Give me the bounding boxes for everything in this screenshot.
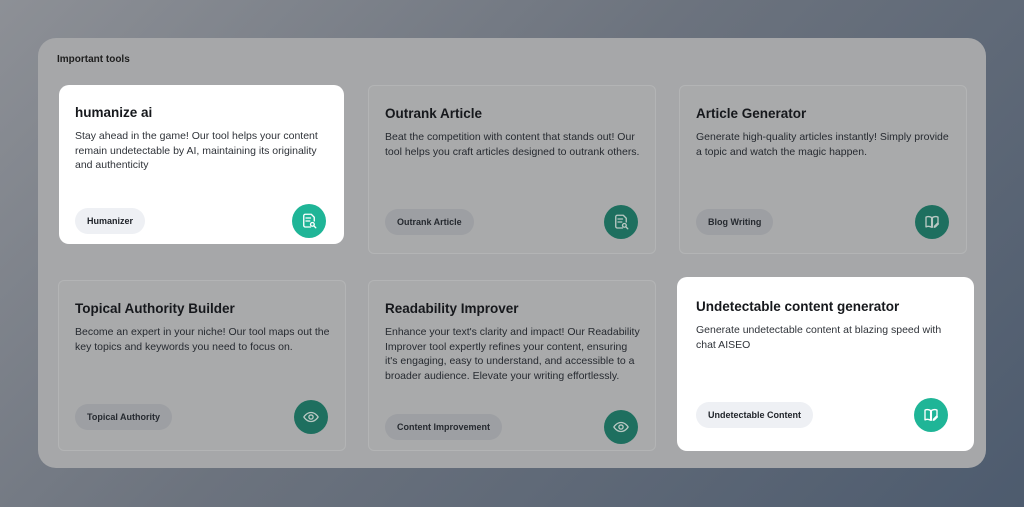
- document-search-icon[interactable]: [292, 204, 326, 238]
- book-pen-icon[interactable]: [915, 205, 949, 239]
- card-description: Generate undetectable content at blazing…: [696, 324, 942, 351]
- tool-card-undetectable-content-generator[interactable]: Undetectable content generator Generate …: [677, 277, 974, 451]
- tag-outrank-article[interactable]: Outrank Article: [385, 209, 474, 235]
- document-search-icon[interactable]: [604, 205, 638, 239]
- card-title: Readability Improver: [385, 301, 519, 316]
- tool-card-humanize-ai[interactable]: humanize ai Stay ahead in the game! Our …: [59, 85, 344, 244]
- tool-card-readability-improver[interactable]: Readability Improver Enhance your text's…: [368, 280, 656, 451]
- tag-topical-authority[interactable]: Topical Authority: [75, 404, 172, 430]
- card-title: Topical Authority Builder: [75, 301, 235, 316]
- card-title: humanize ai: [75, 105, 153, 120]
- tool-card-article-generator[interactable]: Article Generator Generate high-quality …: [679, 85, 967, 254]
- tag-blog-writing[interactable]: Blog Writing: [696, 209, 774, 235]
- card-description: Beat the competition with content that s…: [385, 131, 640, 158]
- card-title: Outrank Article: [385, 106, 483, 121]
- card-description: Become an expert in your niche! Our tool…: [75, 326, 330, 353]
- card-description: Enhance your text's clarity and impact! …: [385, 326, 640, 382]
- eye-icon[interactable]: [294, 400, 328, 434]
- card-description: Generate high-quality articles instantly…: [696, 131, 949, 158]
- tag-content-improvement[interactable]: Content Improvement: [385, 414, 503, 440]
- eye-icon[interactable]: [604, 410, 638, 444]
- important-tools-panel: Important tools humanize ai Stay ahead i…: [38, 38, 986, 468]
- card-title: Article Generator: [696, 106, 807, 121]
- panel-title: Important tools: [57, 54, 130, 65]
- tool-card-outrank-article[interactable]: Outrank Article Beat the competition wit…: [368, 85, 656, 254]
- tool-card-topical-authority-builder[interactable]: Topical Authority Builder Become an expe…: [58, 280, 346, 451]
- tag-undetectable-content[interactable]: Undetectable Content: [696, 402, 814, 428]
- card-description: Stay ahead in the game! Our tool helps y…: [75, 130, 318, 171]
- book-pen-icon[interactable]: [914, 398, 948, 432]
- tag-humanizer[interactable]: Humanizer: [75, 208, 146, 234]
- card-title: Undetectable content generator: [696, 299, 900, 314]
